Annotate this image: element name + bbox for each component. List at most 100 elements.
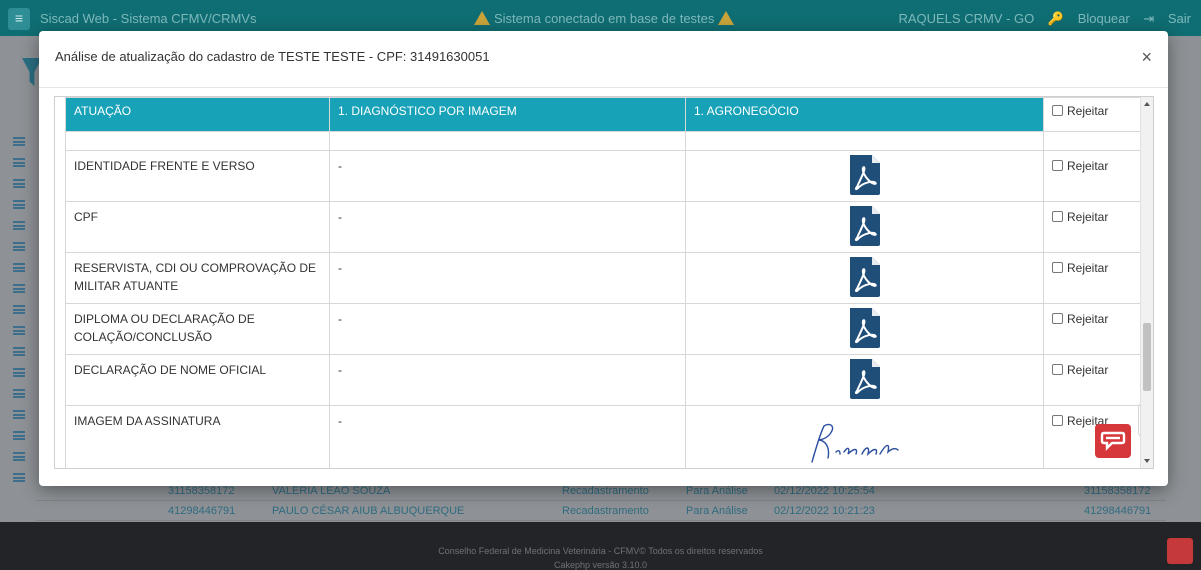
date-cell: 02/12/2022 10:21:23 — [774, 505, 875, 517]
row-menu-icon[interactable] — [13, 473, 25, 482]
row-menu-icon[interactable] — [13, 326, 25, 335]
checkbox-icon[interactable] — [1052, 262, 1063, 273]
hamburger-menu-button[interactable]: ≡ — [8, 8, 30, 30]
modal-divider — [39, 87, 1168, 88]
reject-checkbox[interactable]: Rejeitar — [1052, 261, 1108, 275]
pdf-icon[interactable] — [848, 257, 882, 297]
cpf-cell: 41298446791 — [1084, 505, 1152, 517]
row-menu-icon[interactable] — [13, 158, 25, 167]
document-file-cell — [685, 405, 1044, 468]
row-menu-icon[interactable] — [13, 242, 25, 251]
chat-widget-button[interactable] — [1095, 424, 1131, 458]
document-value: - — [329, 252, 686, 304]
pdf-icon[interactable] — [848, 155, 882, 195]
document-file-cell — [685, 150, 1044, 202]
table-row: IDENTIDADE FRENTE E VERSO - Rejeitar — [65, 150, 1143, 202]
reject-label: Rejeitar — [1067, 210, 1109, 224]
document-file-cell — [685, 201, 1044, 253]
warning-icon — [718, 11, 735, 25]
document-label: DIPLOMA OU DECLARAÇÃO DE COLAÇÃO/CONCLUS… — [65, 303, 330, 355]
checkbox-icon[interactable] — [1052, 211, 1063, 222]
reject-label: Rejeitar — [1067, 261, 1109, 275]
document-label: IDENTIDADE FRENTE E VERSO — [65, 150, 330, 202]
row-menu-icon[interactable] — [13, 179, 25, 188]
document-label: IMAGEM DA ASSINATURA — [65, 405, 330, 468]
lock-button[interactable]: 🔑 Bloquear — [1048, 11, 1130, 26]
warning-icon — [474, 11, 490, 25]
table-row: IMAGEM DA ASSINATURA - Rejeitar — [65, 405, 1143, 468]
checkbox-icon[interactable] — [1052, 415, 1063, 426]
chat-widget-button[interactable] — [1167, 538, 1193, 564]
checkbox-icon[interactable] — [1052, 160, 1063, 171]
user-name: RAQUELS CRMV - GO — [898, 11, 1035, 26]
document-file-cell — [685, 303, 1044, 355]
close-button[interactable]: × — [1141, 48, 1152, 66]
row-menu-icon[interactable] — [13, 452, 25, 461]
background-table: 31158358172 VALERIA LEAO SOUZA Recadastr… — [36, 481, 1166, 521]
reject-cell: Rejeitar — [1043, 252, 1143, 304]
header-atuacao: ATUAÇÃO — [65, 97, 330, 132]
logout-button[interactable]: ⇥ Sair — [1143, 11, 1191, 26]
reject-checkbox[interactable]: Rejeitar — [1052, 210, 1108, 224]
table-row: CPF - Rejeitar — [65, 201, 1143, 253]
scroll-down-arrow-icon[interactable] — [1144, 459, 1150, 463]
user-area: RAQUELS CRMV - GO 🔑 Bloquear ⇥ Sair — [888, 11, 1191, 27]
pdf-icon[interactable] — [848, 308, 882, 348]
table-row[interactable]: 41298446791 PAULO CÉSAR AIUB ALBUQUERQUE… — [36, 501, 1166, 521]
document-value: - — [329, 354, 686, 406]
row-menu-icon[interactable] — [13, 284, 25, 293]
name-cell: PAULO CÉSAR AIUB ALBUQUERQUE — [272, 505, 465, 517]
environment-warning-text: Sistema conectado em base de testes — [494, 11, 715, 26]
header-agronegocio: 1. AGRONEGÓCIO — [685, 97, 1044, 132]
row-menu-icon[interactable] — [13, 263, 25, 272]
checkbox-icon[interactable] — [1052, 313, 1063, 324]
row-menu-icon[interactable] — [13, 368, 25, 377]
document-value: - — [329, 150, 686, 202]
document-label: CPF — [65, 201, 330, 253]
pdf-icon[interactable] — [848, 359, 882, 399]
reject-cell: Rejeitar — [1043, 201, 1143, 253]
document-value: - — [329, 201, 686, 253]
row-menu-icon[interactable] — [13, 347, 25, 356]
reject-checkbox[interactable]: Rejeitar — [1052, 159, 1108, 173]
reject-checkbox[interactable]: Rejeitar — [1052, 104, 1108, 118]
row-menu-icons — [10, 137, 28, 494]
checkbox-icon[interactable] — [1052, 105, 1063, 116]
reject-cell: Rejeitar — [1043, 97, 1143, 132]
modal-title: Análise de atualização do cadastro de TE… — [55, 49, 490, 64]
analysis-modal: Análise de atualização do cadastro de TE… — [39, 31, 1168, 486]
reject-label: Rejeitar — [1067, 159, 1109, 173]
scroll-up-arrow-icon[interactable] — [1144, 102, 1150, 106]
pdf-icon[interactable] — [848, 206, 882, 246]
scroll-thumb[interactable] — [1143, 323, 1151, 391]
status-cell: Para Análise — [686, 505, 748, 517]
vertical-scrollbar[interactable] — [1140, 97, 1153, 468]
type-cell: Recadastramento — [562, 505, 649, 517]
reject-cell: Rejeitar — [1043, 303, 1143, 355]
chat-icon — [1100, 431, 1126, 451]
row-menu-icon[interactable] — [13, 200, 25, 209]
checkbox-icon[interactable] — [1052, 364, 1063, 375]
row-menu-icon[interactable] — [13, 305, 25, 314]
row-menu-icon[interactable] — [13, 410, 25, 419]
reject-cell: Rejeitar — [1043, 354, 1143, 406]
signature-image[interactable] — [800, 418, 930, 468]
reject-label: Rejeitar — [1067, 312, 1109, 326]
footer-version: Cakephp versão 3.10.0 — [553, 560, 648, 570]
row-menu-icon[interactable] — [13, 431, 25, 440]
footer-copyright: Conselho Federal de Medicina Veterinária… — [438, 546, 763, 556]
documents-table: ATUAÇÃO 1. DIAGNÓSTICO POR IMAGEM 1. AGR… — [65, 97, 1143, 468]
reject-checkbox[interactable]: Rejeitar — [1052, 363, 1108, 377]
row-menu-icon[interactable] — [13, 137, 25, 146]
documents-scroll-area[interactable]: ATUAÇÃO 1. DIAGNÓSTICO POR IMAGEM 1. AGR… — [54, 96, 1154, 469]
table-row: DECLARAÇÃO DE NOME OFICIAL - Rejeitar — [65, 354, 1143, 406]
reject-checkbox[interactable]: Rejeitar — [1052, 312, 1108, 326]
row-menu-icon[interactable] — [13, 389, 25, 398]
document-label: RESERVISTA, CDI OU COMPROVAÇÃO DE MILITA… — [65, 252, 330, 304]
row-menu-icon[interactable] — [13, 221, 25, 230]
reject-cell: Rejeitar — [1043, 150, 1143, 202]
table-row: RESERVISTA, CDI OU COMPROVAÇÃO DE MILITA… — [65, 252, 1143, 304]
environment-warning: Sistema conectado em base de testes — [470, 11, 738, 26]
document-value: - — [329, 405, 686, 468]
document-value: - — [329, 303, 686, 355]
